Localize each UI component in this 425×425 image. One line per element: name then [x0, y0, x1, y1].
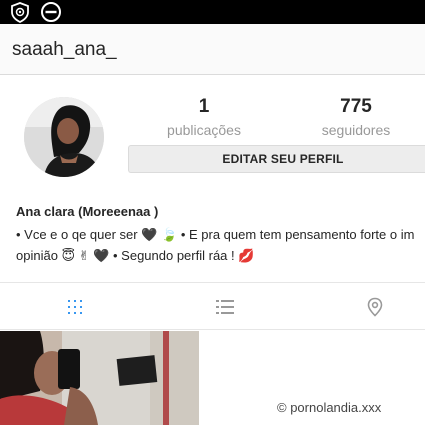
- list-icon[interactable]: [215, 297, 235, 317]
- followers-label: seguidores: [321, 122, 391, 138]
- watermark: © pornolandia.xxx: [277, 400, 382, 415]
- edit-profile-button[interactable]: EDITAR SEU PERFIL: [128, 145, 425, 173]
- location-pin-icon[interactable]: [365, 297, 385, 317]
- avatar[interactable]: [24, 97, 104, 177]
- profile-header-bar: saaah_ana_: [0, 24, 425, 75]
- posts-stat[interactable]: 1 publicações: [154, 96, 254, 138]
- bio-line: • Vce e o qe quer ser 🖤 🍃 • E pra quem t…: [16, 227, 415, 242]
- do-not-disturb-icon: [40, 1, 62, 23]
- status-bar: [0, 0, 425, 24]
- bio-line: opinião 😇 ✌ 🖤 • Segundo perfil ráa ! 💋: [16, 248, 255, 263]
- posts-label: publicações: [167, 122, 241, 138]
- profile-full-name: Ana clara (Moreeenaa ): [16, 204, 159, 219]
- followers-count: 775: [340, 96, 372, 117]
- profile-bio: • Vce e o qe quer ser 🖤 🍃 • E pra quem t…: [16, 224, 425, 266]
- post-thumbnail[interactable]: [0, 331, 199, 425]
- shield-icon: [9, 1, 31, 24]
- profile-tabs: [0, 282, 425, 330]
- profile-username: saaah_ana_: [12, 39, 117, 60]
- followers-stat[interactable]: 775 seguidores: [306, 96, 406, 138]
- posts-count: 1: [198, 96, 210, 117]
- grid-icon[interactable]: [65, 297, 85, 317]
